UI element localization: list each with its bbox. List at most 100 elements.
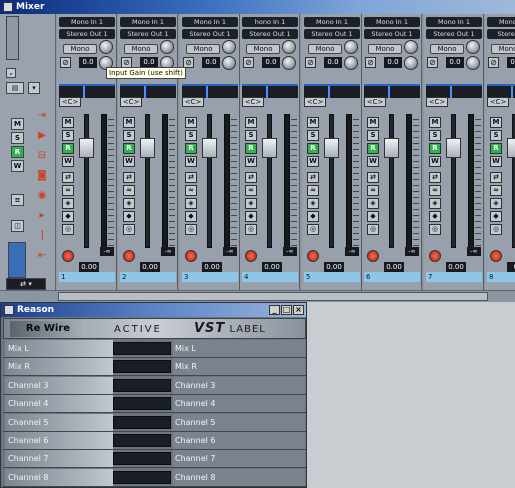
output-bus-selector[interactable]: Stereo Out 1: [242, 29, 298, 39]
pan-display[interactable]: <C>: [120, 97, 142, 107]
eq-icon[interactable]: ≈: [62, 185, 74, 196]
input-gain-knob[interactable]: [282, 56, 296, 70]
link-options-icon[interactable]: ⇄ ▾: [6, 278, 46, 290]
monitor-icon[interactable]: ◎: [490, 224, 502, 235]
sends-icon[interactable]: ◈: [62, 198, 74, 209]
volume-readout[interactable]: 0.00: [79, 262, 99, 272]
input-gain-value[interactable]: 0.0: [324, 57, 342, 68]
pan-knob[interactable]: [282, 40, 296, 54]
channel-settings-icon[interactable]: ◆: [62, 211, 74, 222]
input-bus-selector[interactable]: hono In 1: [242, 17, 298, 27]
fx-icon[interactable]: ◉: [36, 190, 48, 202]
close-button[interactable]: ×: [293, 305, 304, 315]
output-bus-selector[interactable]: Stereo Out 1: [304, 29, 360, 39]
channel-settings-icon[interactable]: ◆: [490, 211, 502, 222]
monitor-icon[interactable]: ◎: [367, 224, 379, 235]
inserts-icon[interactable]: ⇄: [123, 172, 135, 183]
output-bus-selector[interactable]: Stereo Out 1: [120, 29, 176, 39]
volume-fader-track[interactable]: [84, 114, 89, 248]
read-button[interactable]: R: [367, 143, 379, 154]
layout-icon[interactable]: [8, 242, 26, 278]
mono-button[interactable]: Mono: [246, 44, 280, 54]
pan-knob[interactable]: [466, 40, 480, 54]
record-enable-icon[interactable]: [245, 250, 257, 262]
input-bus-selector[interactable]: Mono In 1: [120, 17, 176, 27]
output-bus-selector[interactable]: Stereo Out 1: [364, 29, 420, 39]
active-toggle[interactable]: [113, 452, 171, 466]
active-toggle[interactable]: [113, 434, 171, 447]
sends-icon[interactable]: ◈: [307, 198, 319, 209]
view-toggle-icon[interactable]: ≡: [11, 194, 24, 206]
input-gain-value[interactable]: 0.0: [262, 57, 280, 68]
monitor-icon[interactable]: ◎: [62, 224, 74, 235]
scrollbar-thumb[interactable]: [58, 292, 488, 301]
pan-knob[interactable]: [99, 40, 113, 54]
solo-button[interactable]: S: [245, 130, 257, 141]
read-button[interactable]: R: [307, 143, 319, 154]
volume-readout[interactable]: 0.: [507, 262, 515, 272]
input-gain-knob[interactable]: [404, 56, 418, 70]
phase-icon[interactable]: ⊘: [488, 57, 499, 68]
output-icon[interactable]: ⇤: [36, 250, 48, 262]
phase-icon[interactable]: ⊘: [305, 57, 316, 68]
record-enable-icon[interactable]: [367, 250, 379, 262]
active-toggle[interactable]: [113, 342, 171, 355]
mono-button[interactable]: Mono: [186, 44, 220, 54]
input-gain-value[interactable]: 0.0: [446, 57, 464, 68]
eq-icon[interactable]: ≈: [185, 185, 197, 196]
eq-icon[interactable]: ≈: [367, 185, 379, 196]
route-icon[interactable]: ⊟: [36, 150, 48, 162]
pan-display[interactable]: <C>: [59, 97, 81, 107]
sends-icon[interactable]: ◈: [367, 198, 379, 209]
input-bus-selector[interactable]: Mono In 1: [59, 17, 115, 27]
output-bus-selector[interactable]: Stereo Out 1: [59, 29, 115, 39]
input-gain-knob[interactable]: [222, 56, 236, 70]
mute-button[interactable]: M: [185, 117, 197, 128]
mute-button[interactable]: M: [62, 117, 74, 128]
active-toggle[interactable]: [113, 378, 171, 392]
solo-button[interactable]: S: [62, 130, 74, 141]
record-enable-icon[interactable]: [123, 250, 135, 262]
sends-icon[interactable]: ◈: [429, 198, 441, 209]
input-bus-selector[interactable]: Mono In 1: [304, 17, 360, 27]
active-toggle[interactable]: [113, 415, 171, 429]
volume-fader-handle[interactable]: [384, 138, 399, 158]
view-options-icon[interactable]: ▤: [6, 82, 24, 94]
pan-knob[interactable]: [404, 40, 418, 54]
pan-display[interactable]: <C>: [426, 97, 448, 107]
volume-fader-handle[interactable]: [262, 138, 277, 158]
input-bus-selector[interactable]: Mono In 1: [426, 17, 482, 27]
output-bus-selector[interactable]: Stereo Out 1: [182, 29, 238, 39]
active-toggle[interactable]: [113, 360, 171, 374]
mono-button[interactable]: Mono: [63, 44, 97, 54]
input-bus-selector[interactable]: Mono In 1: [182, 17, 238, 27]
write-button[interactable]: W: [245, 156, 257, 167]
read-button[interactable]: R: [429, 143, 441, 154]
reason-title-bar[interactable]: Reason _ □ ×: [1, 303, 306, 317]
volume-readout[interactable]: 0.00: [140, 262, 160, 272]
mute-button[interactable]: M: [490, 117, 502, 128]
mute-button[interactable]: M: [429, 117, 441, 128]
solo-button[interactable]: S: [307, 130, 319, 141]
solo-button[interactable]: S: [367, 130, 379, 141]
eq-icon[interactable]: ≈: [245, 185, 257, 196]
output-bus-selector[interactable]: Stereo Out 1: [426, 29, 482, 39]
inserts-icon[interactable]: ⇄: [307, 172, 319, 183]
input-gain-value[interactable]: 0.0: [384, 57, 402, 68]
bracket-icon[interactable]: ]: [36, 230, 48, 242]
disk-icon[interactable]: ◙: [36, 170, 48, 182]
mono-button[interactable]: Mono: [124, 44, 158, 54]
pan-knob[interactable]: [222, 40, 236, 54]
mute-button[interactable]: M: [123, 117, 135, 128]
channel-settings-icon[interactable]: ◆: [123, 211, 135, 222]
pan-knob[interactable]: [160, 40, 174, 54]
volume-fader-handle[interactable]: [202, 138, 217, 158]
eq-icon[interactable]: ≈: [307, 185, 319, 196]
inserts-icon[interactable]: ⇄: [62, 172, 74, 183]
pan-display[interactable]: <C>: [182, 97, 204, 107]
dropdown-icon[interactable]: ▾: [28, 82, 40, 94]
volume-fader-handle[interactable]: [507, 138, 515, 158]
mute-button[interactable]: M: [245, 117, 257, 128]
volume-readout[interactable]: 0.00: [324, 262, 344, 272]
pan-display[interactable]: <C>: [364, 97, 386, 107]
